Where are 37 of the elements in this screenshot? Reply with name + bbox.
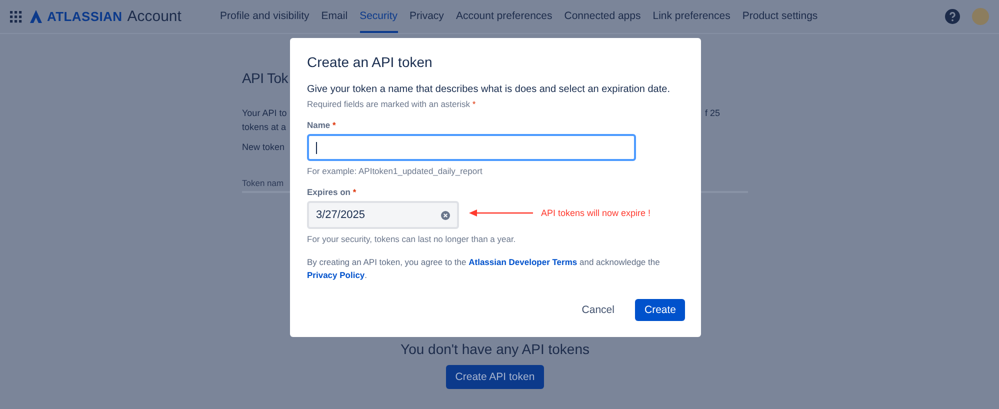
- required-note: Required fields are marked with an asterisk *: [307, 99, 477, 109]
- privacy-policy-link[interactable]: Privacy Policy: [307, 270, 365, 280]
- logo-icon: [30, 10, 42, 23]
- field-hint: For example: APItoken1_updated_daily_report: [307, 166, 484, 176]
- nav-tab[interactable]: Product settings: [742, 0, 818, 33]
- developer-terms-link[interactable]: Atlassian Developer Terms: [468, 257, 578, 267]
- create-api-token-button[interactable]: Create API token: [446, 365, 544, 389]
- nav-tab[interactable]: Account preferences: [456, 0, 552, 33]
- consent-text: By creating an API token, you agree to the Atlassian Developer Terms and acknowledge the Privacy Policy.: [307, 256, 661, 281]
- create-button[interactable]: Create: [635, 299, 685, 321]
- date-field[interactable]: 3/27/2025: [307, 201, 459, 229]
- logo-product-text: Account: [127, 8, 182, 25]
- intro-text: f 25: [704, 108, 720, 118]
- intro-text: tokens at a: [242, 122, 286, 132]
- intro-text: Your API to: [242, 108, 287, 118]
- nav-tab[interactable]: Privacy: [410, 0, 444, 33]
- nav-tab[interactable]: Connected apps: [564, 0, 641, 33]
- clear-icon[interactable]: [441, 210, 450, 220]
- arrow-drawing: [469, 209, 533, 217]
- nav-tab[interactable]: Link preferences: [652, 0, 730, 33]
- empty-state-text: You don't have any API tokens: [400, 341, 590, 357]
- page-title: API Tok: [242, 70, 288, 88]
- logo-text: ATLASSIAN: [47, 9, 122, 24]
- nav-tab[interactable]: Security: [360, 0, 398, 33]
- dialog-description: Give your token a name that describes what is does and select an expiration date.: [307, 84, 671, 95]
- new-tokens-text: New token: [242, 142, 285, 152]
- field-label: Name *: [307, 120, 337, 130]
- dialog-title: Create an API token: [307, 54, 434, 70]
- input-field[interactable]: [307, 134, 636, 161]
- help-icon[interactable]: [945, 9, 960, 24]
- text-cursor: [316, 142, 317, 154]
- nav-tab[interactable]: Profile and visibility: [220, 0, 310, 33]
- cancel-button[interactable]: Cancel: [572, 299, 624, 321]
- field-hint: For your security, tokens can last no longer than a year.: [307, 234, 517, 244]
- annotation-text: API tokens will now expire !: [541, 208, 651, 218]
- app-grid-icon[interactable]: [10, 10, 22, 22]
- nav-tab[interactable]: Email: [321, 0, 348, 33]
